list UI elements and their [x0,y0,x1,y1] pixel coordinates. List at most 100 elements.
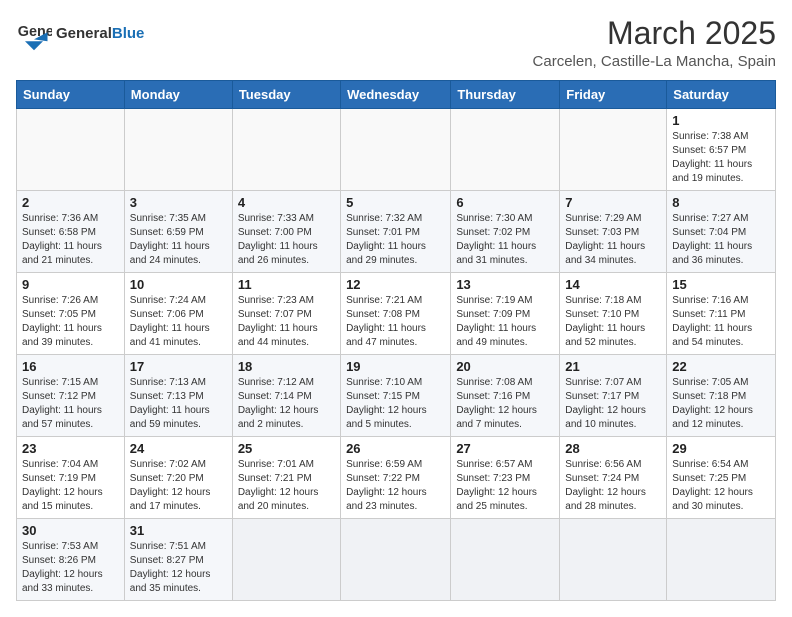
day-number: 24 [130,441,227,456]
page-header: General GeneralBlue March 2025 Carcelen,… [16,16,776,70]
day-info: Sunrise: 7:51 AM Sunset: 8:27 PM Dayligh… [130,540,227,596]
logo-general: General [56,25,112,42]
logo-blue: Blue [112,25,145,42]
weekday-header-tuesday: Tuesday [232,81,340,109]
calendar-day-cell [451,519,560,601]
calendar-day-cell [341,109,451,191]
calendar-day-cell: 30 Sunrise: 7:53 AM Sunset: 8:26 PM Dayli… [17,519,125,601]
calendar-day-cell: 27 Sunrise: 6:57 AM Sunset: 7:23 PM Dayli… [451,437,560,519]
day-number: 30 [22,523,119,538]
calendar-day-cell: 25Sunrise: 7:01 AM Sunset: 7:21 PM Dayli… [232,437,340,519]
day-info: Sunrise: 7:10 AM Sunset: 7:15 PM Dayligh… [346,376,445,432]
day-number: 14 [565,277,661,292]
calendar-day-cell: 28Sunrise: 6:56 AM Sunset: 7:24 PM Dayli… [560,437,667,519]
calendar-day-cell: 17Sunrise: 7:13 AM Sunset: 7:13 PM Dayli… [124,355,232,437]
day-number: 31 [130,523,227,538]
calendar-day-cell [232,519,340,601]
calendar-day-cell: 29 Sunrise: 6:54 AM Sunset: 7:25 PM Dayli… [667,437,776,519]
calendar-day-cell: 15Sunrise: 7:16 AM Sunset: 7:11 PM Dayli… [667,273,776,355]
weekday-header-row: SundayMondayTuesdayWednesdayThursdayFrid… [17,81,776,109]
day-info: Sunrise: 7:19 AM Sunset: 7:09 PM Dayligh… [456,294,554,350]
day-number: 19 [346,359,445,374]
day-number: 22 [672,359,770,374]
calendar-day-cell [124,109,232,191]
day-info: Sunrise: 7:36 AM Sunset: 6:58 PM Dayligh… [22,212,119,268]
calendar-week-row: 30 Sunrise: 7:53 AM Sunset: 8:26 PM Dayli… [17,519,776,601]
day-info: Sunrise: 6:54 AM Sunset: 7:25 PM Dayligh… [672,458,770,514]
day-info: Sunrise: 7:08 AM Sunset: 7:16 PM Dayligh… [456,376,554,432]
calendar-day-cell: 1Sunrise: 7:38 AM Sunset: 6:57 PM Daylig… [667,109,776,191]
calendar-day-cell: 2 Sunrise: 7:36 AM Sunset: 6:58 PM Daylig… [17,191,125,273]
calendar-week-row: 16Sunrise: 7:15 AM Sunset: 7:12 PM Dayli… [17,355,776,437]
day-number: 8 [672,195,770,210]
calendar-day-cell: 9Sunrise: 7:26 AM Sunset: 7:05 PM Daylig… [17,273,125,355]
day-number: 23 [22,441,119,456]
calendar-day-cell [232,109,340,191]
day-info: Sunrise: 7:32 AM Sunset: 7:01 PM Dayligh… [346,212,445,268]
day-info: Sunrise: 6:57 AM Sunset: 7:23 PM Dayligh… [456,458,554,514]
weekday-header-friday: Friday [560,81,667,109]
day-info: Sunrise: 7:27 AM Sunset: 7:04 PM Dayligh… [672,212,770,268]
day-number: 25 [238,441,335,456]
day-info: Sunrise: 7:35 AM Sunset: 6:59 PM Dayligh… [130,212,227,268]
calendar-day-cell: 14Sunrise: 7:18 AM Sunset: 7:10 PM Dayli… [560,273,667,355]
title-block: March 2025 Carcelen, Castille-La Mancha,… [533,16,776,70]
calendar-day-cell: 11 Sunrise: 7:23 AM Sunset: 7:07 PM Dayli… [232,273,340,355]
calendar-week-row: 2 Sunrise: 7:36 AM Sunset: 6:58 PM Daylig… [17,191,776,273]
day-number: 5 [346,195,445,210]
calendar-day-cell [560,109,667,191]
day-number: 10 [130,277,227,292]
calendar-week-row: 23 Sunrise: 7:04 AM Sunset: 7:19 PM Dayli… [17,437,776,519]
day-info: Sunrise: 6:56 AM Sunset: 7:24 PM Dayligh… [565,458,661,514]
location-title: Carcelen, Castille-La Mancha, Spain [533,53,776,70]
calendar-day-cell: 22Sunrise: 7:05 AM Sunset: 7:18 PM Dayli… [667,355,776,437]
calendar-day-cell: 8 Sunrise: 7:27 AM Sunset: 7:04 PM Daylig… [667,191,776,273]
calendar-day-cell [667,519,776,601]
calendar-day-cell [17,109,125,191]
day-number: 9 [22,277,119,292]
calendar-table: SundayMondayTuesdayWednesdayThursdayFrid… [16,80,776,601]
day-number: 6 [456,195,554,210]
day-info: Sunrise: 7:38 AM Sunset: 6:57 PM Dayligh… [672,130,770,186]
calendar-day-cell: 19 Sunrise: 7:10 AM Sunset: 7:15 PM Dayli… [341,355,451,437]
calendar-day-cell [560,519,667,601]
weekday-header-saturday: Saturday [667,81,776,109]
weekday-header-sunday: Sunday [17,81,125,109]
calendar-week-row: 1Sunrise: 7:38 AM Sunset: 6:57 PM Daylig… [17,109,776,191]
calendar-day-cell: 12Sunrise: 7:21 AM Sunset: 7:08 PM Dayli… [341,273,451,355]
day-info: Sunrise: 7:15 AM Sunset: 7:12 PM Dayligh… [22,376,119,432]
day-number: 26 [346,441,445,456]
day-number: 20 [456,359,554,374]
day-info: Sunrise: 7:02 AM Sunset: 7:20 PM Dayligh… [130,458,227,514]
calendar-day-cell: 6Sunrise: 7:30 AM Sunset: 7:02 PM Daylig… [451,191,560,273]
calendar-day-cell: 18Sunrise: 7:12 AM Sunset: 7:14 PM Dayli… [232,355,340,437]
day-number: 21 [565,359,661,374]
calendar-day-cell: 5 Sunrise: 7:32 AM Sunset: 7:01 PM Daylig… [341,191,451,273]
day-number: 13 [456,277,554,292]
day-number: 27 [456,441,554,456]
day-info: Sunrise: 7:04 AM Sunset: 7:19 PM Dayligh… [22,458,119,514]
day-info: Sunrise: 7:24 AM Sunset: 7:06 PM Dayligh… [130,294,227,350]
calendar-day-cell: 21Sunrise: 7:07 AM Sunset: 7:17 PM Dayli… [560,355,667,437]
day-info: Sunrise: 7:53 AM Sunset: 8:26 PM Dayligh… [22,540,119,596]
day-info: Sunrise: 7:29 AM Sunset: 7:03 PM Dayligh… [565,212,661,268]
day-info: Sunrise: 7:23 AM Sunset: 7:07 PM Dayligh… [238,294,335,350]
calendar-day-cell: 23 Sunrise: 7:04 AM Sunset: 7:19 PM Dayli… [17,437,125,519]
day-number: 3 [130,195,227,210]
day-number: 4 [238,195,335,210]
calendar-day-cell: 7 Sunrise: 7:29 AM Sunset: 7:03 PM Daylig… [560,191,667,273]
day-number: 7 [565,195,661,210]
day-number: 29 [672,441,770,456]
calendar-day-cell: 3 Sunrise: 7:35 AM Sunset: 6:59 PM Daylig… [124,191,232,273]
day-info: Sunrise: 7:21 AM Sunset: 7:08 PM Dayligh… [346,294,445,350]
day-number: 15 [672,277,770,292]
logo: General GeneralBlue [16,16,144,52]
day-number: 11 [238,277,335,292]
calendar-day-cell [451,109,560,191]
day-info: Sunrise: 7:33 AM Sunset: 7:00 PM Dayligh… [238,212,335,268]
month-title: March 2025 [533,16,776,51]
day-number: 18 [238,359,335,374]
day-number: 2 [22,195,119,210]
calendar-day-cell: 31 Sunrise: 7:51 AM Sunset: 8:27 PM Dayli… [124,519,232,601]
calendar-day-cell [341,519,451,601]
